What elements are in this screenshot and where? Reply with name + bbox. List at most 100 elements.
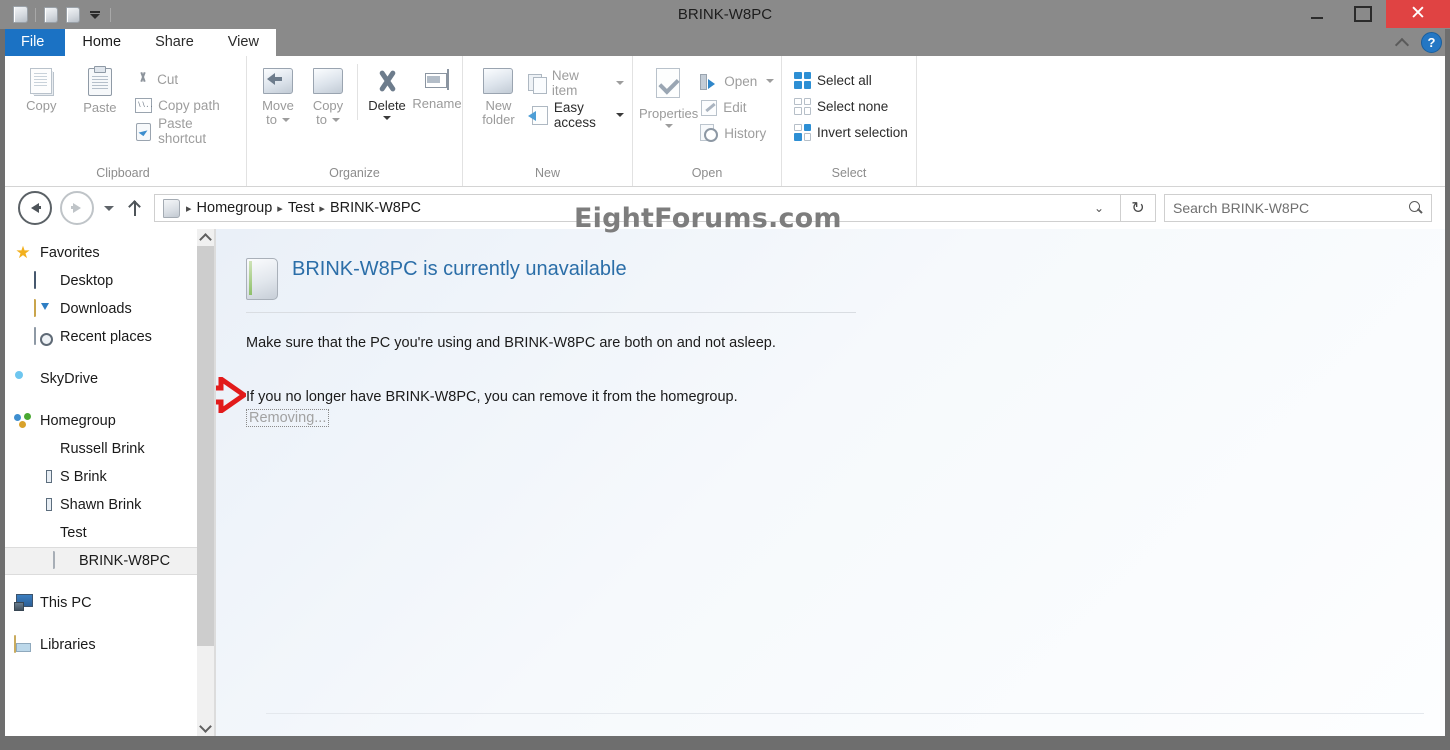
select-none-label: Select none — [817, 98, 889, 114]
refresh-button[interactable]: ↻ — [1121, 194, 1156, 222]
message-paragraph-1: Make sure that the PC you're using and B… — [246, 335, 776, 351]
up-one-level-button[interactable] — [128, 199, 142, 217]
recent-places-icon — [34, 327, 36, 345]
move-to-button[interactable]: Move to — [253, 64, 303, 127]
invert-selection-icon — [794, 123, 811, 141]
easy-access-button[interactable]: Easy access — [527, 100, 632, 130]
chevron-down-icon-2[interactable] — [331, 118, 340, 122]
sidebar-item-recent-places[interactable]: Recent places — [0, 323, 214, 351]
paste-shortcut-button[interactable]: Paste shortcut — [135, 116, 246, 146]
chevron-down-icon-5[interactable] — [616, 113, 624, 117]
sidebar-label-test: Test — [60, 525, 87, 541]
maximize-button[interactable] — [1340, 0, 1386, 28]
copy-to-button[interactable]: Copy to — [303, 64, 353, 127]
properties-button[interactable]: Properties — [639, 64, 698, 128]
sidebar-item-favorites[interactable]: ★ Favorites — [0, 239, 214, 267]
copy-button[interactable]: Copy — [12, 64, 71, 113]
scroll-up-button[interactable] — [197, 229, 214, 246]
search-icon[interactable] — [1409, 201, 1423, 215]
select-all-button[interactable]: Select all — [794, 67, 916, 93]
invert-selection-button[interactable]: Invert selection — [794, 119, 916, 145]
sidebar-label-s-brink: S Brink — [60, 469, 107, 485]
new-folder-label2: folder — [482, 112, 515, 127]
folder-icon[interactable] — [10, 5, 30, 25]
sidebar-item-downloads[interactable]: Downloads — [0, 295, 214, 323]
new-folder-button[interactable]: New folder — [473, 64, 524, 127]
properties-icon[interactable] — [41, 5, 61, 25]
recent-locations-dropdown-icon[interactable] — [104, 205, 114, 211]
history-button[interactable]: History — [700, 120, 782, 146]
breadcrumb-sep-2[interactable]: ▸ — [319, 202, 325, 215]
scrollbar-thumb[interactable] — [197, 246, 214, 646]
ribbon: Copy Paste Cut \\.. Copy path Paste shor… — [0, 56, 1450, 187]
chevron-down-icon-6[interactable] — [664, 124, 673, 128]
search-input[interactable]: Search BRINK-W8PC — [1173, 200, 1409, 216]
delete-button[interactable]: Delete — [357, 64, 412, 120]
chevron-down-icon[interactable] — [281, 118, 290, 122]
watermark: EightForums.com — [574, 203, 842, 234]
breadcrumb-item-homegroup[interactable]: Homegroup — [194, 200, 276, 216]
chevron-down-icon-3[interactable] — [383, 116, 391, 120]
breadcrumb-sep-1[interactable]: ▸ — [277, 202, 283, 215]
removing-link[interactable]: Removing... — [246, 409, 330, 427]
new-folder-icon[interactable] — [63, 5, 83, 25]
chevron-up-icon-nav — [199, 232, 212, 246]
paste-button[interactable]: Paste — [71, 64, 130, 115]
tab-share[interactable]: Share — [138, 29, 211, 56]
forward-button[interactable] — [60, 191, 94, 225]
sidebar-item-desktop[interactable]: Desktop — [0, 267, 214, 295]
chevron-down-icon-7[interactable] — [766, 79, 775, 83]
sidebar-item-russell-brink[interactable]: Russell Brink — [0, 435, 214, 463]
tab-home[interactable]: Home — [65, 29, 139, 56]
sidebar-item-homegroup[interactable]: Homegroup — [0, 407, 214, 435]
chevron-down-icon-4[interactable] — [616, 81, 624, 85]
star-icon: ★ — [15, 243, 31, 262]
sidebar-item-test[interactable]: Test — [0, 519, 214, 547]
edit-button[interactable]: Edit — [700, 94, 782, 120]
sidebar-label-libraries: Libraries — [40, 637, 96, 653]
quick-access-toolbar[interactable] — [10, 0, 114, 29]
chevron-down-icon-nav — [199, 719, 212, 733]
breadcrumb-item-brink-w8pc[interactable]: BRINK-W8PC — [327, 200, 424, 216]
status-bar — [0, 736, 1450, 750]
qat-divider — [35, 7, 36, 22]
sidebar-label-recent-places: Recent places — [60, 329, 152, 345]
copy-path-button[interactable]: \\.. Copy path — [135, 92, 246, 118]
sidebar-label-this-pc: This PC — [40, 595, 92, 611]
chevron-up-icon[interactable] — [1396, 36, 1409, 49]
sidebar-item-shawn-brink[interactable]: Shawn Brink — [0, 491, 214, 519]
window-border-left — [0, 29, 5, 736]
sidebar-gap-2 — [0, 393, 214, 407]
open-button[interactable]: Open — [700, 68, 782, 94]
minimize-button[interactable] — [1294, 0, 1340, 28]
homegroup-icon — [14, 413, 32, 429]
select-all-icon — [794, 71, 811, 89]
unavailable-message: BRINK-W8PC is currently unavailable Make… — [216, 255, 946, 427]
close-button[interactable]: ✕ — [1386, 0, 1450, 28]
search-box[interactable]: Search BRINK-W8PC — [1164, 194, 1432, 222]
group-label-organize: Organize — [329, 166, 380, 180]
cut-button[interactable]: Cut — [135, 66, 246, 92]
rename-button[interactable]: Rename — [412, 64, 462, 111]
address-dropdown-icon[interactable]: ⌄ — [1084, 201, 1114, 215]
sidebar-item-skydrive[interactable]: SkyDrive — [0, 365, 214, 393]
content-bottom-divider — [266, 713, 1424, 714]
scroll-down-button[interactable] — [197, 719, 214, 736]
scrollbar-track[interactable] — [197, 646, 214, 719]
select-none-button[interactable]: Select none — [794, 93, 916, 119]
tab-view[interactable]: View — [210, 29, 276, 56]
help-icon[interactable]: ? — [1421, 32, 1442, 53]
ribbon-group-new: New folder New item Easy access New — [463, 56, 633, 186]
back-button[interactable] — [18, 191, 52, 225]
sidebar-item-s-brink[interactable]: S Brink — [0, 463, 214, 491]
customize-dropdown-icon[interactable] — [85, 5, 105, 25]
sidebar-item-this-pc[interactable]: This PC — [0, 589, 214, 617]
sidebar-item-libraries[interactable]: Libraries — [0, 631, 214, 659]
sidebar-item-brink-w8pc[interactable]: BRINK-W8PC — [0, 547, 212, 575]
tab-file[interactable]: File — [0, 29, 66, 56]
paste-shortcut-icon — [135, 122, 152, 141]
new-item-button[interactable]: New item — [527, 68, 632, 98]
new-item-icon — [527, 74, 547, 94]
navigation-scrollbar[interactable] — [197, 229, 214, 736]
breadcrumb-item-test[interactable]: Test — [285, 200, 318, 216]
